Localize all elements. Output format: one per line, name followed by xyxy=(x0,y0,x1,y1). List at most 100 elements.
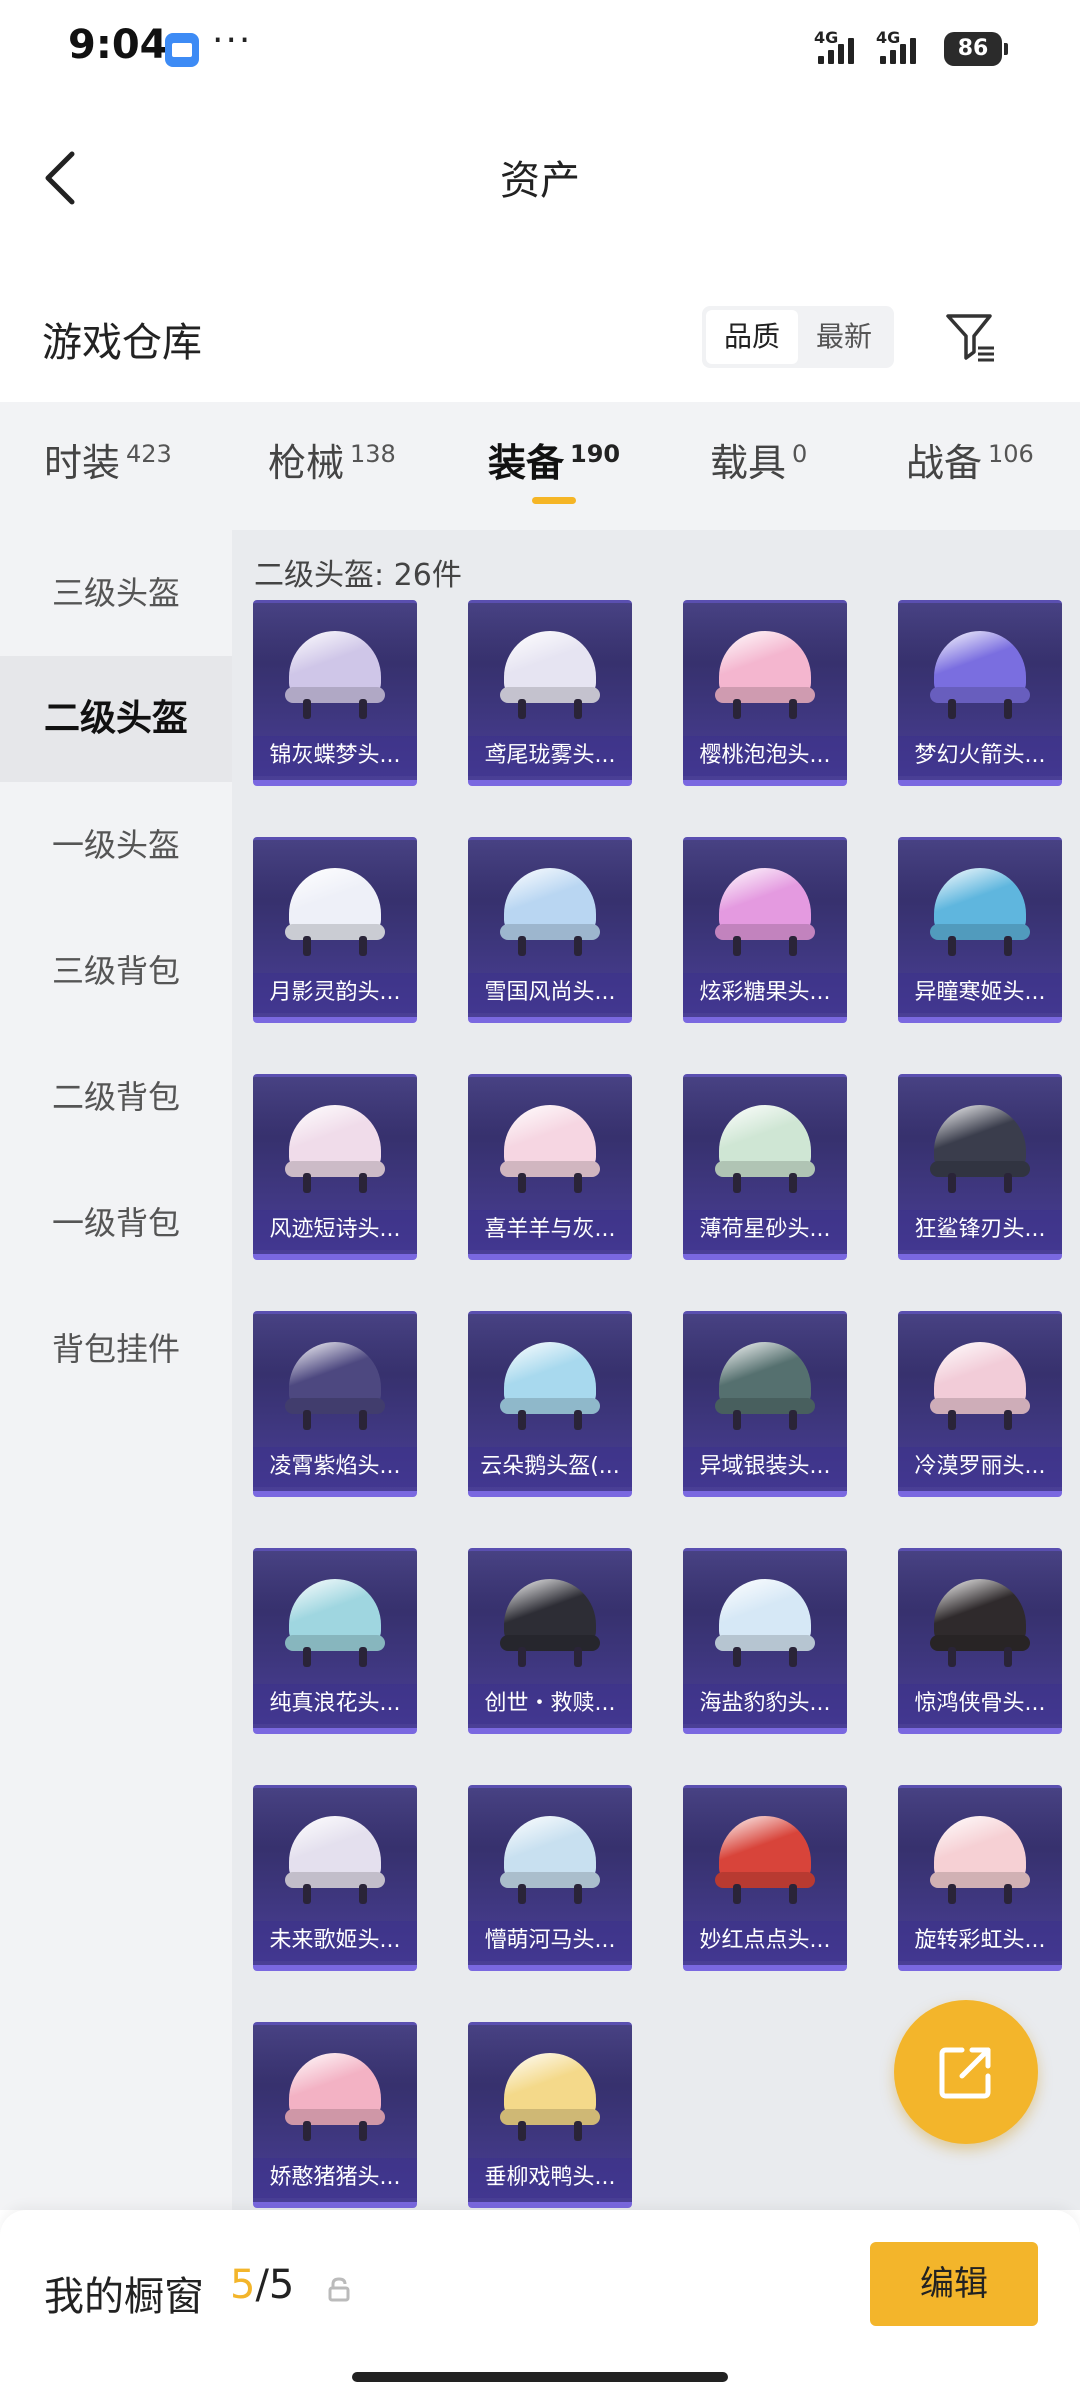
item-card[interactable]: 惊鸿侠骨头... xyxy=(898,1548,1062,1734)
item-name: 雪国风尚头... xyxy=(468,973,632,1013)
category-tabs: 时装 423 枪械 138 装备 190 载具 0 战备 106 xyxy=(0,402,1080,530)
share-button[interactable] xyxy=(894,2000,1038,2144)
item-card[interactable]: 凌霄紫焰头... xyxy=(253,1311,417,1497)
item-name: 垂柳戏鸭头... xyxy=(468,2158,632,2198)
warehouse-title: 游戏仓库 xyxy=(42,320,202,366)
helmet-icon xyxy=(500,1816,600,1908)
item-name: 薄荷星砂头... xyxy=(683,1210,847,1250)
item-card[interactable]: 樱桃泡泡头... xyxy=(683,600,847,786)
helmet-icon xyxy=(715,1579,815,1671)
item-name: 旋转彩虹头... xyxy=(898,1921,1062,1961)
helmet-icon xyxy=(500,2053,600,2145)
signal-icon: 4G xyxy=(814,28,884,68)
item-name: 云朵鹅头盔(... xyxy=(468,1447,632,1487)
item-name: 冷漠罗丽头... xyxy=(898,1447,1062,1487)
showcase-count: 5/5 xyxy=(230,2262,295,2308)
item-card[interactable]: 冷漠罗丽头... xyxy=(898,1311,1062,1497)
sidebar-item-level1-backpack[interactable]: 一级背包 xyxy=(0,1160,232,1286)
item-card[interactable]: 海盐豹豹头... xyxy=(683,1548,847,1734)
helmet-icon xyxy=(500,1579,600,1671)
helmet-icon xyxy=(285,631,385,723)
tab-fashion[interactable]: 时装 423 xyxy=(44,432,172,487)
item-card[interactable]: 娇憨猪猪头... xyxy=(253,2022,417,2208)
battery-icon: 86 xyxy=(944,32,1008,66)
item-name: 风迹短诗头... xyxy=(253,1210,417,1250)
item-card[interactable]: 妙红点点头... xyxy=(683,1785,847,1971)
item-name: 创世・救赎... xyxy=(468,1684,632,1724)
item-card[interactable]: 懵萌河马头... xyxy=(468,1785,632,1971)
item-card[interactable]: 垂柳戏鸭头... xyxy=(468,2022,632,2208)
sidebar-item-backpack-charm[interactable]: 背包挂件 xyxy=(0,1286,232,1412)
helmet-icon xyxy=(930,868,1030,960)
item-card[interactable]: 创世・救赎... xyxy=(468,1548,632,1734)
share-icon xyxy=(939,2047,991,2099)
active-tab-indicator xyxy=(532,497,576,504)
item-grid-panel: 二级头盔: 26件 锦灰蝶梦头... 鸢尾珑雾头... 樱桃泡泡头... 梦幻火箭头.… xyxy=(232,530,1080,2210)
item-card[interactable]: 狂鲨锋刃头... xyxy=(898,1074,1062,1260)
helmet-icon xyxy=(500,1105,600,1197)
helmet-icon xyxy=(715,1816,815,1908)
sort-toggle: 品质 最新 xyxy=(702,306,894,368)
sort-newest-button[interactable]: 最新 xyxy=(798,310,890,364)
status-time: 9:04 xyxy=(68,22,168,68)
tab-equipment[interactable]: 装备 190 xyxy=(488,432,620,487)
helmet-icon xyxy=(285,868,385,960)
item-card[interactable]: 雪国风尚头... xyxy=(468,837,632,1023)
item-name: 异域银装头... xyxy=(683,1447,847,1487)
sidebar-item-level3-backpack[interactable]: 三级背包 xyxy=(0,908,232,1034)
helmet-icon xyxy=(500,631,600,723)
signal-icon-2: 4G xyxy=(876,28,946,68)
helmet-icon xyxy=(500,1342,600,1434)
tab-gear[interactable]: 战备 106 xyxy=(906,432,1034,487)
item-name: 海盐豹豹头... xyxy=(683,1684,847,1724)
edit-button[interactable]: 编辑 xyxy=(870,2242,1038,2326)
more-notifications-icon: ··· xyxy=(212,20,253,61)
helmet-icon xyxy=(930,1342,1030,1434)
filter-icon[interactable] xyxy=(944,310,998,364)
item-card[interactable]: 异域银装头... xyxy=(683,1311,847,1497)
helmet-icon xyxy=(715,868,815,960)
helmet-icon xyxy=(715,1342,815,1434)
helmet-icon xyxy=(930,1579,1030,1671)
item-name: 异瞳寒姬头... xyxy=(898,973,1062,1013)
item-count-label: 二级头盔: 26件 xyxy=(254,558,462,593)
item-card[interactable]: 异瞳寒姬头... xyxy=(898,837,1062,1023)
item-card[interactable]: 月影灵韵头... xyxy=(253,837,417,1023)
item-card[interactable]: 旋转彩虹头... xyxy=(898,1785,1062,1971)
item-name: 狂鲨锋刃头... xyxy=(898,1210,1062,1250)
item-name: 懵萌河马头... xyxy=(468,1921,632,1961)
helmet-icon xyxy=(285,1105,385,1197)
helmet-icon xyxy=(930,1105,1030,1197)
tab-guns[interactable]: 枪械 138 xyxy=(268,432,396,487)
helmet-icon xyxy=(930,1816,1030,1908)
item-card[interactable]: 鸢尾珑雾头... xyxy=(468,600,632,786)
item-name: 喜羊羊与灰... xyxy=(468,1210,632,1250)
showcase-label: 我的橱窗 xyxy=(44,2274,204,2320)
item-card[interactable]: 纯真浪花头... xyxy=(253,1548,417,1734)
page-title: 资产 xyxy=(500,158,580,204)
lock-icon xyxy=(328,2277,350,2302)
helmet-icon xyxy=(285,2053,385,2145)
item-name: 炫彩糖果头... xyxy=(683,973,847,1013)
item-card[interactable]: 锦灰蝶梦头... xyxy=(253,600,417,786)
item-card[interactable]: 风迹短诗头... xyxy=(253,1074,417,1260)
helmet-icon xyxy=(285,1342,385,1434)
sidebar-item-level2-backpack[interactable]: 二级背包 xyxy=(0,1034,232,1160)
item-card[interactable]: 喜羊羊与灰... xyxy=(468,1074,632,1260)
item-name: 梦幻火箭头... xyxy=(898,736,1062,776)
item-name: 凌霄紫焰头... xyxy=(253,1447,417,1487)
sidebar-item-level3-helmet[interactable]: 三级头盔 xyxy=(0,530,232,656)
item-name: 纯真浪花头... xyxy=(253,1684,417,1724)
item-card[interactable]: 梦幻火箭头... xyxy=(898,600,1062,786)
item-name: 娇憨猪猪头... xyxy=(253,2158,417,2198)
tab-vehicles[interactable]: 载具 0 xyxy=(710,432,807,487)
sort-quality-button[interactable]: 品质 xyxy=(706,310,798,364)
item-card[interactable]: 未来歌姬头... xyxy=(253,1785,417,1971)
item-card[interactable]: 炫彩糖果头... xyxy=(683,837,847,1023)
item-card[interactable]: 云朵鹅头盔(... xyxy=(468,1311,632,1497)
sidebar-item-level1-helmet[interactable]: 一级头盔 xyxy=(0,782,232,908)
home-indicator xyxy=(352,2372,728,2382)
item-card[interactable]: 薄荷星砂头... xyxy=(683,1074,847,1260)
item-name: 樱桃泡泡头... xyxy=(683,736,847,776)
sidebar-item-level2-helmet[interactable]: 二级头盔 xyxy=(0,656,232,782)
